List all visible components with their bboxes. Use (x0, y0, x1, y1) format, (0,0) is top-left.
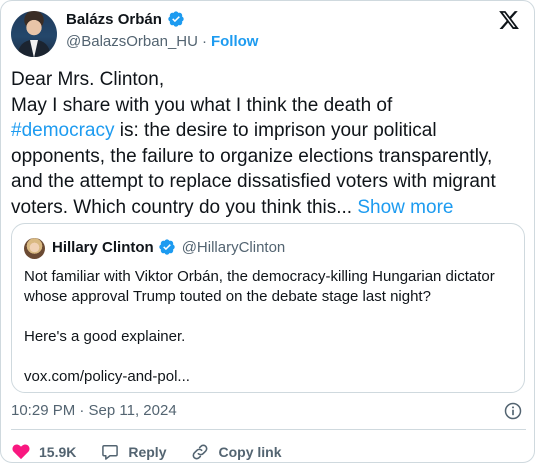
quoted-avatar[interactable] (24, 238, 45, 259)
tweet-meta: 10:29 PM · Sep 11, 2024 (11, 401, 526, 421)
like-count: 15.9K (39, 444, 77, 460)
author-name-row: Balázs Orbán (66, 10, 185, 28)
tweet-text-start: Dear Mrs. Clinton, May I share with you … (11, 69, 393, 116)
author-handle-row: @BalazsOrban_HU · Follow (66, 33, 258, 50)
separator-dot: · (201, 33, 207, 50)
like-button[interactable]: 15.9K (11, 442, 76, 462)
reply-icon (102, 445, 119, 460)
verified-badge-icon (159, 239, 175, 255)
tweet-text: Dear Mrs. Clinton, May I share with you … (11, 67, 526, 220)
verified-badge-icon (168, 11, 184, 27)
copy-link-button[interactable]: Copy link (190, 442, 282, 462)
quoted-author-handle[interactable]: @HillaryClinton (182, 239, 286, 256)
timestamp[interactable]: 10:29 PM · Sep 11, 2024 (11, 402, 177, 419)
follow-button[interactable]: Follow (211, 33, 259, 50)
show-more-link[interactable]: Show more (357, 197, 453, 218)
tweet-card: Balázs Orbán @BalazsOrban_HU · Follow De… (0, 0, 535, 463)
link-icon (193, 444, 208, 460)
quoted-header: Hillary Clinton @HillaryClinton (52, 238, 285, 256)
hashtag-link[interactable]: #democracy (11, 120, 115, 141)
quoted-tweet[interactable]: Hillary Clinton @HillaryClinton Not fami… (11, 223, 525, 393)
author-avatar[interactable] (11, 11, 57, 57)
heart-icon (12, 444, 30, 460)
author-handle[interactable]: @BalazsOrban_HU (66, 33, 198, 50)
divider (11, 429, 526, 430)
info-icon[interactable] (503, 401, 523, 421)
author-name[interactable]: Balázs Orbán (66, 11, 162, 28)
reply-label: Reply (128, 444, 167, 460)
copy-link-label: Copy link (218, 444, 282, 460)
quoted-author-name[interactable]: Hillary Clinton (52, 239, 154, 256)
x-logo-icon[interactable] (498, 9, 520, 31)
action-bar: 15.9K Reply Copy link (11, 442, 306, 462)
reply-button[interactable]: Reply (100, 442, 166, 462)
quoted-text: Not familiar with Viktor Orbán, the demo… (24, 268, 495, 385)
